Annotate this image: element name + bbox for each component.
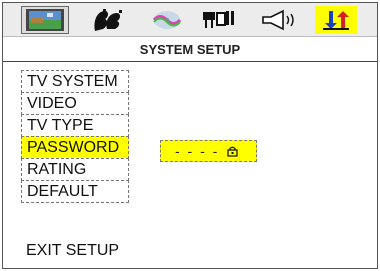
menu-item-default[interactable]: DEFAULT bbox=[21, 180, 129, 203]
setup-window: SYSTEM SETUP TV SYSTEM VIDEO TV TYPE PAS… bbox=[2, 2, 378, 269]
lock-icon bbox=[227, 146, 238, 157]
video-settings-icon[interactable] bbox=[197, 6, 243, 34]
setup-menu: TV SYSTEM VIDEO TV TYPE PASSWORD RATING … bbox=[21, 70, 129, 203]
speaker-icon[interactable] bbox=[255, 6, 303, 34]
menu-item-video[interactable]: VIDEO bbox=[21, 92, 129, 115]
menu-item-password[interactable]: PASSWORD bbox=[21, 136, 129, 159]
system-setup-arrows-icon[interactable] bbox=[315, 6, 357, 34]
disc-audio-icon[interactable] bbox=[147, 6, 187, 34]
password-field[interactable]: - - - - bbox=[160, 140, 257, 162]
tv-screen-icon[interactable] bbox=[21, 6, 69, 34]
icon-toolbar bbox=[3, 3, 377, 37]
faces-language-icon[interactable] bbox=[85, 6, 129, 34]
page-title: SYSTEM SETUP bbox=[3, 38, 377, 62]
menu-item-tv-type[interactable]: TV TYPE bbox=[21, 114, 129, 137]
menu-item-rating[interactable]: RATING bbox=[21, 158, 129, 181]
menu-item-tv-system[interactable]: TV SYSTEM bbox=[21, 70, 129, 93]
exit-setup-button[interactable]: EXIT SETUP bbox=[26, 242, 119, 260]
password-value: - - - - bbox=[175, 143, 220, 159]
